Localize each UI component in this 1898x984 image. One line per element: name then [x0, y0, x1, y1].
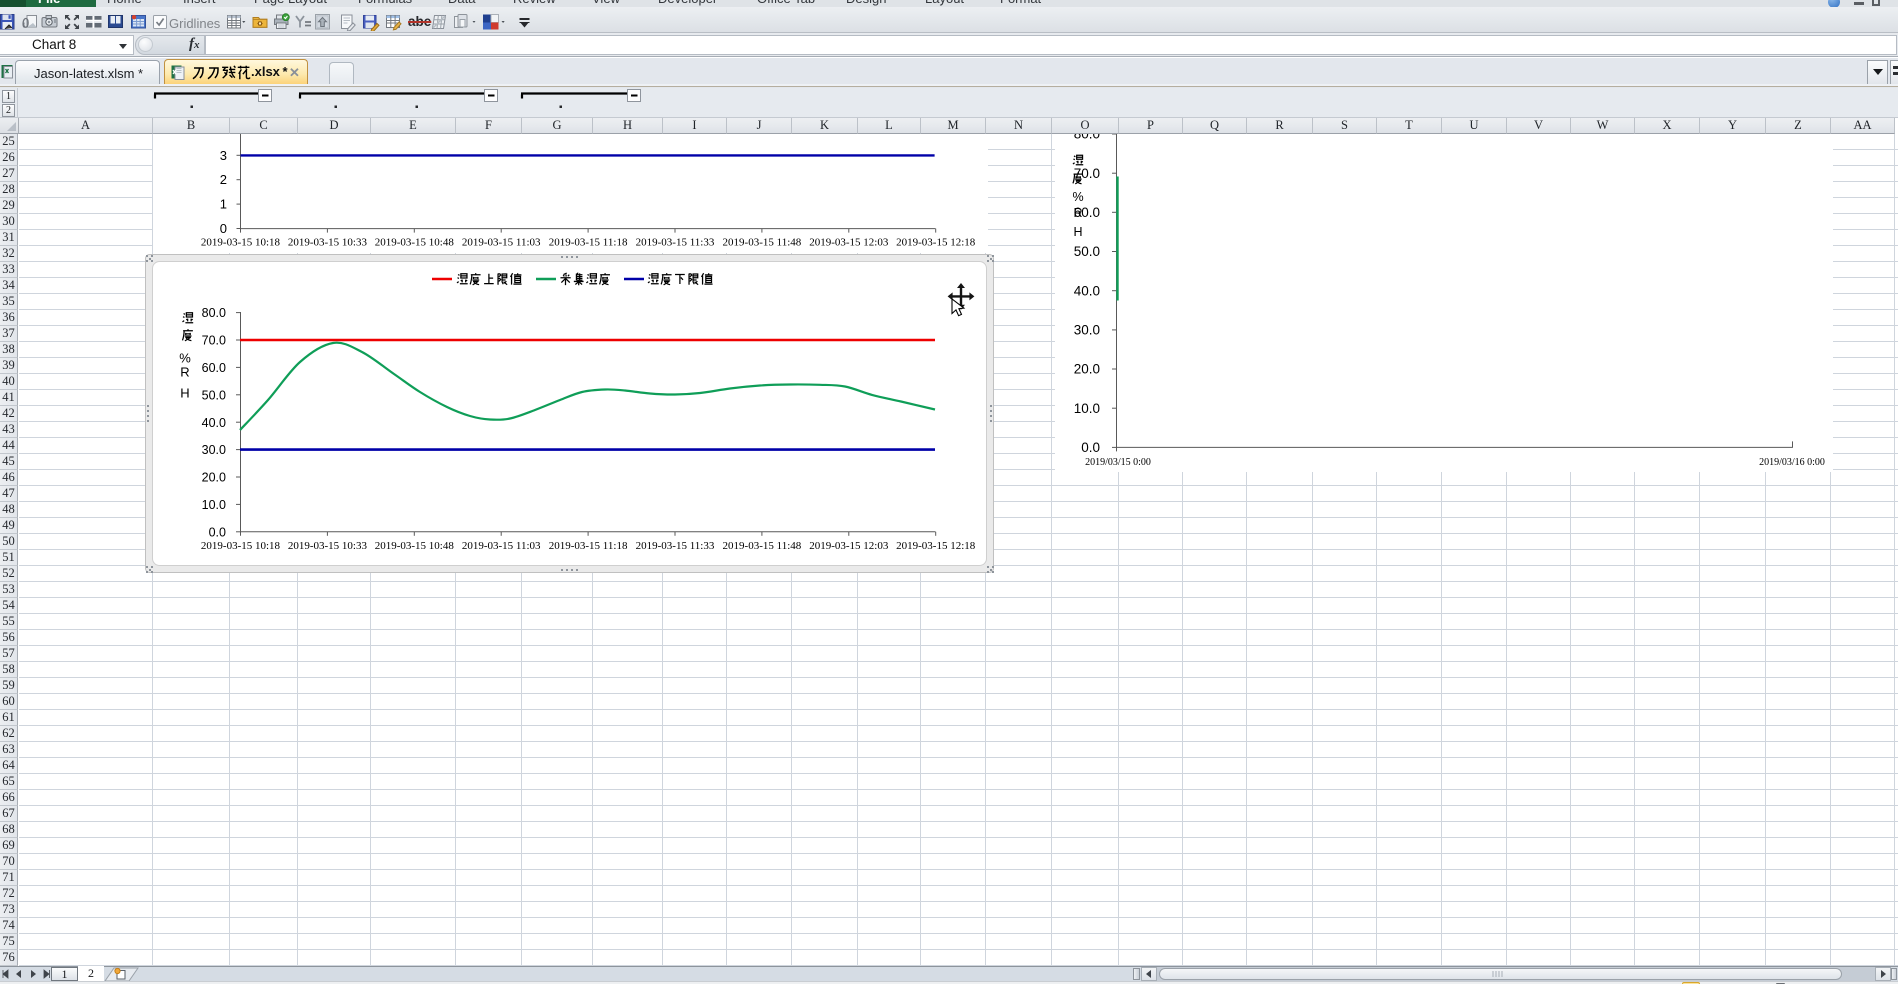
svg-text:2019-03-15 11:03: 2019-03-15 11:03 [462, 540, 541, 552]
svg-text:20.0: 20.0 [202, 471, 226, 485]
svg-text:2019-03-15 10:48: 2019-03-15 10:48 [375, 540, 455, 552]
svg-text:%: % [179, 351, 191, 366]
svg-text:2019-03-15 10:33: 2019-03-15 10:33 [288, 540, 368, 552]
svg-text:2019-03-15 12:03: 2019-03-15 12:03 [809, 237, 889, 249]
svg-text:60.0: 60.0 [202, 361, 226, 375]
svg-text:2019-03-15 11:18: 2019-03-15 11:18 [549, 540, 628, 552]
svg-text:50.0: 50.0 [202, 388, 226, 402]
svg-text:40.0: 40.0 [202, 416, 226, 430]
svg-text:30.0: 30.0 [1074, 323, 1100, 338]
svg-text:70.0: 70.0 [202, 334, 226, 348]
svg-text:30.0: 30.0 [202, 443, 226, 457]
svg-text:2019-03-15 11:48: 2019-03-15 11:48 [723, 237, 802, 249]
svg-text:2019/03/15 0:00: 2019/03/15 0:00 [1085, 457, 1151, 468]
svg-text:2019-03-15 11:48: 2019-03-15 11:48 [723, 540, 802, 552]
svg-text:R: R [1073, 206, 1082, 220]
svg-text:0.0: 0.0 [1081, 440, 1100, 455]
svg-text:10.0: 10.0 [1074, 401, 1100, 416]
svg-text:3: 3 [220, 148, 227, 163]
svg-text:2019-03-15 11:33: 2019-03-15 11:33 [636, 540, 715, 552]
svg-text:1: 1 [220, 197, 227, 212]
svg-text:R: R [180, 365, 189, 380]
svg-text:80.0: 80.0 [202, 306, 226, 320]
svg-text:20.0: 20.0 [1074, 362, 1100, 377]
svg-text:2: 2 [220, 172, 227, 187]
svg-text:10.0: 10.0 [202, 498, 226, 512]
svg-text:2019-03-15 11:33: 2019-03-15 11:33 [636, 237, 715, 249]
svg-text:50.0: 50.0 [1074, 244, 1100, 259]
svg-text:0: 0 [220, 221, 227, 236]
svg-text:2019-03-15 10:33: 2019-03-15 10:33 [288, 237, 368, 249]
svg-text:40.0: 40.0 [1074, 283, 1100, 298]
svg-text:2019-03-15 10:48: 2019-03-15 10:48 [375, 237, 455, 249]
svg-text:2019-03-15 11:18: 2019-03-15 11:18 [549, 237, 628, 249]
svg-text:0.0: 0.0 [209, 525, 226, 539]
svg-text:H: H [1073, 225, 1082, 239]
svg-text:2019-03-15 10:18: 2019-03-15 10:18 [201, 540, 281, 552]
svg-text:2019-03-15 10:18: 2019-03-15 10:18 [201, 237, 281, 249]
svg-text:2019-03-15 12:18: 2019-03-15 12:18 [896, 237, 976, 249]
svg-text:2019-03-15 12:03: 2019-03-15 12:03 [809, 540, 889, 552]
svg-text:2019-03-15 12:18: 2019-03-15 12:18 [896, 540, 976, 552]
svg-text:80.0: 80.0 [1074, 134, 1100, 142]
svg-text:2019/03/16 0:00: 2019/03/16 0:00 [1759, 457, 1825, 468]
svg-text:%: % [1072, 190, 1083, 204]
svg-text:2019-03-15 11:03: 2019-03-15 11:03 [462, 237, 541, 249]
svg-text:H: H [180, 386, 189, 401]
